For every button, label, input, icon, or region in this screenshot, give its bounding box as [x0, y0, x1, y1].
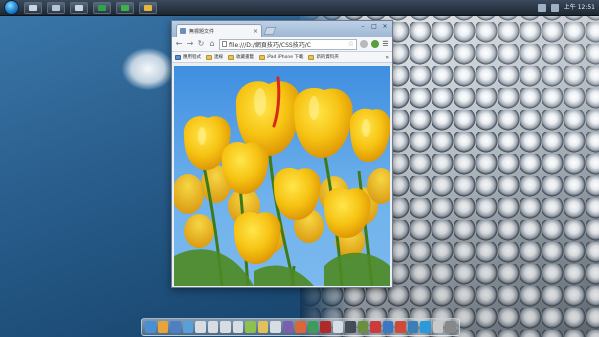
dock-app-icon[interactable] [207, 321, 219, 333]
page-icon [222, 41, 227, 47]
volume-icon[interactable] [550, 4, 559, 12]
bookmark-item[interactable]: 新的資料夾 [308, 54, 339, 60]
bookmark-label: iPad iPhone 下載 [267, 55, 304, 60]
dock-app-icon[interactable] [245, 321, 256, 333]
home-icon[interactable]: ⌂ [208, 40, 216, 48]
apps-icon [175, 54, 181, 60]
extension-icon[interactable] [371, 40, 379, 48]
dock-app-icon[interactable] [345, 321, 356, 333]
taskbar: 上午 12:51 [0, 0, 599, 16]
dock-app-icon[interactable] [220, 321, 231, 333]
bookmark-label: 新的資料夾 [316, 55, 339, 60]
dock-app-icon[interactable] [170, 321, 181, 333]
page-content [174, 66, 390, 286]
dock-app-icon[interactable] [295, 321, 306, 333]
taskbar-window-3[interactable] [70, 1, 88, 14]
dock-app-icon[interactable] [357, 321, 369, 333]
address-bar[interactable]: file:///D:/網頁技巧/CSS技巧/C ☆ [219, 38, 357, 50]
network-icon[interactable] [537, 4, 546, 12]
taskbar-window-5[interactable] [116, 1, 134, 14]
browser-tab[interactable]: 無標題文件 × [176, 24, 262, 37]
app-icon [29, 4, 37, 11]
dock-app-icon[interactable] [320, 321, 331, 333]
dock [141, 318, 460, 336]
browser-toolbar: ← → ↻ ⌂ file:///D:/網頁技巧/CSS技巧/C ☆ ☰ [172, 37, 392, 52]
folder-icon [259, 54, 265, 60]
bookmark-item[interactable]: iPad iPhone 下載 [259, 54, 303, 60]
folder-icon [206, 54, 212, 60]
dock-app-icon[interactable] [370, 321, 381, 333]
bookmarks-more-icon[interactable]: » [385, 54, 389, 61]
browser-window: 無標題文件 × – □ × ← → ↻ ⌂ file:///D:/網頁技巧/CS… [171, 20, 393, 288]
new-tab-button[interactable] [263, 27, 277, 35]
bookmark-label: 收藏書籤 [236, 55, 254, 60]
bookmark-label: 應用程式 [183, 55, 201, 60]
dock-app-icon[interactable] [445, 321, 456, 333]
tab-title: 無標題文件 [189, 28, 215, 35]
title-bar[interactable]: 無標題文件 × – □ × [172, 21, 392, 37]
app-icon [52, 4, 60, 11]
back-icon[interactable]: ← [175, 40, 183, 48]
dock-app-icon[interactable] [270, 321, 281, 333]
dock-app-icon[interactable] [282, 321, 294, 333]
start-button[interactable] [4, 0, 19, 15]
dock-app-icon[interactable] [332, 321, 344, 333]
bookmark-label: 連線 [214, 55, 223, 60]
taskbar-window-6[interactable] [139, 1, 157, 14]
dock-app-icon[interactable] [432, 321, 444, 333]
taskbar-window-1[interactable] [24, 1, 42, 14]
window-controls: – □ × [359, 23, 389, 31]
folder-icon [308, 54, 315, 60]
reload-icon[interactable]: ↻ [197, 40, 205, 48]
bookmark-star-icon[interactable]: ☆ [348, 40, 354, 48]
dock-app-icon[interactable] [195, 321, 206, 333]
dock-app-icon[interactable] [182, 321, 194, 333]
dock-app-icon[interactable] [232, 321, 244, 333]
system-tray: 上午 12:51 [537, 2, 595, 14]
url-text[interactable]: file:///D:/網頁技巧/CSS技巧/C [229, 40, 346, 49]
app-icon [121, 4, 129, 11]
clock[interactable]: 上午 12:51 [564, 5, 595, 11]
dock-app-icon[interactable] [157, 321, 169, 333]
dock-app-icon[interactable] [395, 321, 406, 333]
maximize-button[interactable]: □ [370, 23, 378, 31]
bookmark-item[interactable]: 收藏書籤 [228, 54, 254, 60]
tulip-image [174, 66, 390, 286]
menu-icon[interactable]: ☰ [382, 40, 389, 48]
close-button[interactable]: × [381, 23, 389, 31]
page-favicon-icon [180, 28, 186, 34]
dock-app-icon[interactable] [407, 321, 419, 333]
app-icon [98, 4, 106, 11]
forward-icon[interactable]: → [186, 40, 194, 48]
bookmarks-bar: 應用程式 連線 收藏書籤 iPad iPhone 下載 新的資料夾 » [172, 52, 392, 63]
dock-app-icon[interactable] [382, 321, 394, 333]
dock-app-icon[interactable] [307, 321, 319, 333]
minimize-button[interactable]: – [359, 23, 367, 31]
taskbar-window-2[interactable] [47, 1, 65, 14]
extension-icon[interactable] [360, 40, 368, 48]
app-icon [144, 4, 152, 11]
app-icon [75, 4, 83, 11]
cloud [122, 48, 174, 90]
taskbar-window-4[interactable] [93, 1, 111, 14]
bookmark-item[interactable]: 應用程式 [175, 54, 201, 60]
dock-app-icon[interactable] [145, 321, 156, 333]
tab-close-icon[interactable]: × [253, 28, 258, 35]
dock-app-icon[interactable] [420, 321, 431, 333]
dock-app-icon[interactable] [257, 321, 269, 333]
bookmark-item[interactable]: 連線 [206, 54, 223, 60]
folder-icon [228, 54, 234, 60]
